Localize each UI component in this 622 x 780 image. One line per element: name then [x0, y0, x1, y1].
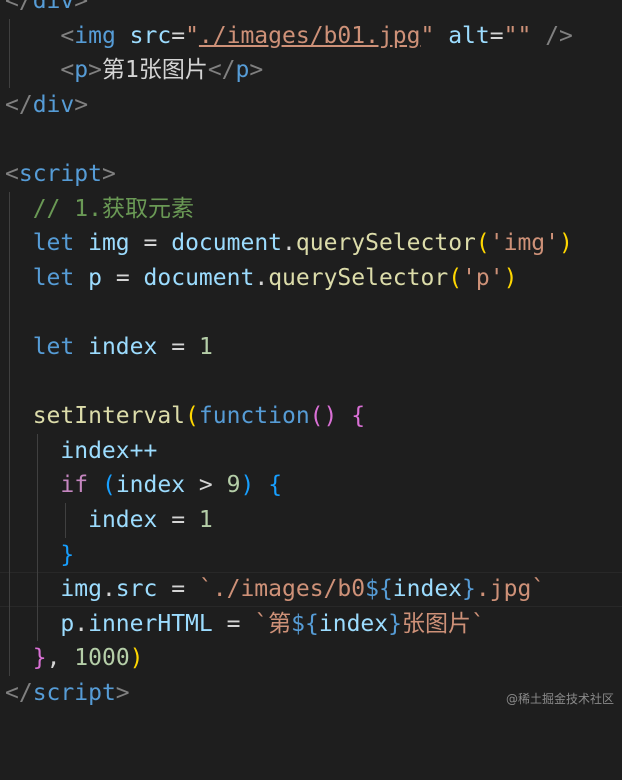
code-comment: // 1.获取元素	[32, 195, 194, 222]
code-line-4: </div>	[5, 91, 89, 118]
code-line-13: setInterval(function() {	[0, 399, 622, 434]
code-line-8: let img = document.querySelector('img')	[0, 226, 622, 261]
code-line-3: <p>第1张图片</p>	[0, 53, 622, 88]
attr-name: alt	[448, 22, 490, 49]
code-line-11: let index = 1	[0, 329, 622, 365]
watermark: @稀土掘金技术社区	[505, 692, 614, 706]
attr-name: src	[129, 22, 172, 49]
code-line-9: let p = document.querySelector('p')	[0, 260, 622, 296]
code-line-17: }	[0, 537, 622, 573]
code-line-6: <script>	[5, 160, 116, 187]
code-line-16: index = 1	[0, 502, 622, 538]
code-editor[interactable]: </div> <img src="./images/b01.jpg" alt="…	[0, 0, 622, 710]
src-link[interactable]: ./images/b01.jpg	[199, 23, 421, 49]
code-line-7: // 1.获取元素	[0, 191, 622, 227]
code-line-19: p.innerHTML = `第${index}张图片`	[0, 606, 622, 642]
code-line-2: <img src="./images/b01.jpg" alt="" />	[0, 18, 622, 54]
code-line-18-current[interactable]: img.src = `./images/b0${index}.jpg`	[0, 572, 622, 608]
code-line-20: }, 1000)	[0, 641, 622, 676]
paragraph-text: 第1张图片	[101, 57, 208, 84]
tag-name: img	[74, 22, 116, 49]
code-line-14: index++	[0, 433, 622, 469]
tag-name: div	[32, 0, 75, 14]
code-line-15: if (index > 9) {	[0, 468, 622, 503]
code-line-10	[0, 295, 622, 330]
code-line-1: </div>	[0, 0, 622, 19]
code-line-12	[0, 364, 622, 400]
